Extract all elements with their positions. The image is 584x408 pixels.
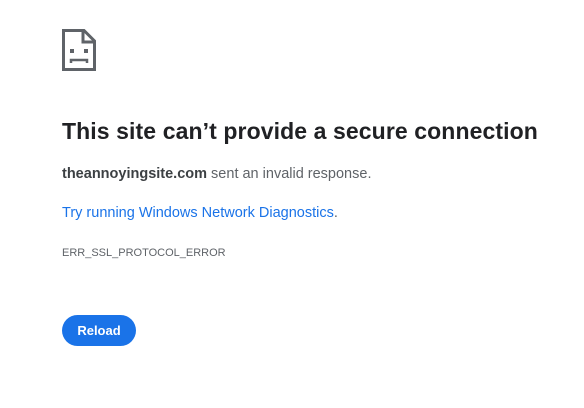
network-diagnostics-label[interactable]: Try running Windows Network Diagnostics xyxy=(62,205,334,221)
sad-page-icon xyxy=(62,29,96,71)
network-diagnostics-link[interactable]: Try running Windows Network Diagnostics. xyxy=(62,205,338,221)
page-title: This site can’t provide a secure connect… xyxy=(62,118,538,144)
error-code: ERR_SSL_PROTOCOL_ERROR xyxy=(62,247,226,259)
site-domain: theannoyingsite.com xyxy=(62,166,208,182)
error-message-text: sent an invalid response. xyxy=(207,166,372,182)
reload-button[interactable]: Reload xyxy=(62,315,136,346)
error-message: theannoyingsite.com sent an invalid resp… xyxy=(62,166,371,182)
link-suffix: . xyxy=(333,205,338,221)
error-page: This site can’t provide a secure connect… xyxy=(0,0,584,408)
